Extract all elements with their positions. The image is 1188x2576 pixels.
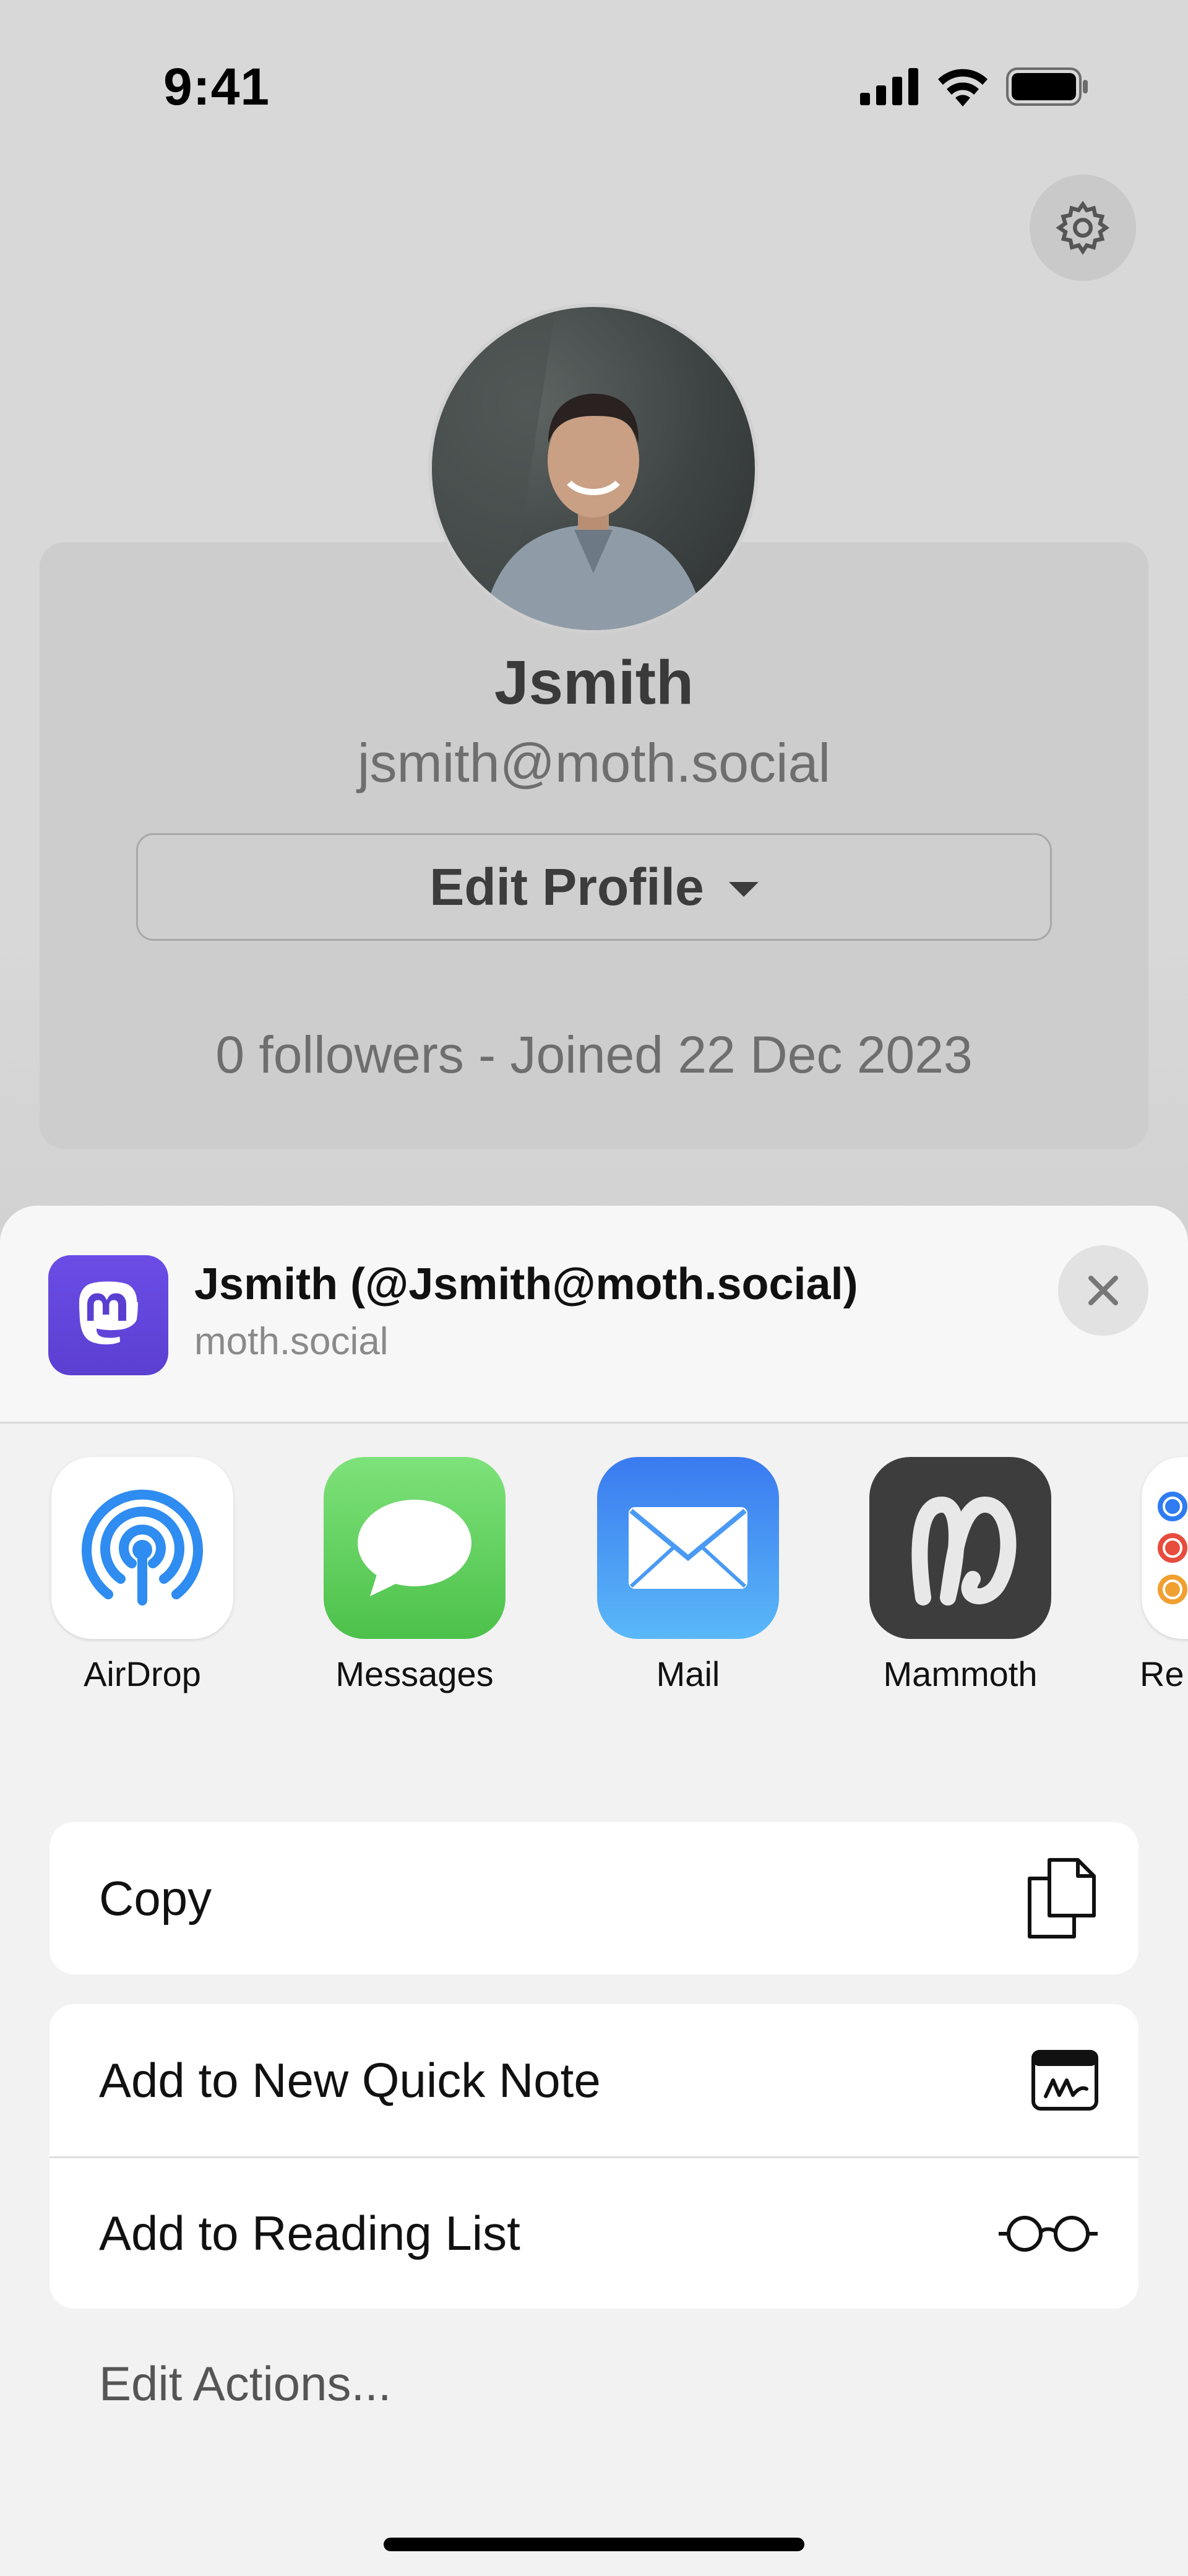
wifi-icon [938,69,988,106]
edit-profile-button[interactable]: Edit Profile [136,833,1052,941]
glasses-icon [999,2215,1098,2252]
action-group-copy: Copy [50,1822,1138,1974]
app-label: Re [1140,1654,1184,1693]
reminders-icon [1142,1457,1188,1639]
close-button[interactable] [1058,1245,1148,1336]
reading-list-action[interactable]: Add to Reading List [50,2156,1138,2309]
close-icon [1088,1276,1118,1305]
quick-note-label: Add to New Quick Note [99,2052,601,2107]
messages-icon [324,1457,506,1639]
copy-action[interactable]: Copy [50,1822,1138,1974]
app-label: Mammoth [883,1654,1038,1693]
share-sheet: Jsmith (@Jsmith@moth.social) moth.social… [0,1206,1188,2576]
mail-icon [597,1457,779,1639]
status-icons [860,67,1089,106]
profile-stats: 0 followers - Joined 22 Dec 2023 [215,1026,973,1084]
signal-icon [860,68,918,105]
share-title: Jsmith (@Jsmith@moth.social) [194,1260,858,1309]
profile-name: Jsmith [494,648,694,717]
mammoth-icon [869,1457,1051,1639]
quick-note-icon [1031,2050,1098,2111]
share-app-messages[interactable]: Messages [322,1457,507,1694]
edit-actions-link[interactable]: Edit Actions... [99,2356,392,2412]
gear-icon [1056,201,1110,255]
avatar [428,303,759,634]
action-group-notes: Add to New Quick Note Add to Reading Lis… [50,2004,1138,2309]
home-indicator[interactable] [384,2538,804,2551]
share-app-mammoth[interactable]: Mammoth [867,1457,1053,1694]
copy-icon [1028,1858,1096,1938]
settings-button[interactable] [1030,175,1136,281]
app-label: AirDrop [84,1654,201,1693]
share-app-reminders[interactable]: Re [1140,1457,1188,1694]
airdrop-icon [51,1457,233,1639]
profile-handle: jsmith@moth.social [357,732,831,793]
app-label: Mail [656,1654,720,1693]
quick-note-action[interactable]: Add to New Quick Note [50,2004,1138,2156]
status-time: 9:41 [163,58,270,116]
share-app-mail[interactable]: Mail [595,1457,781,1694]
chevron-down-icon [728,882,759,897]
share-apps-row[interactable]: AirDrop Messages Mail Mammoth Re [0,1424,1188,1745]
share-sheet-header: Jsmith (@Jsmith@moth.social) moth.social [0,1206,1188,1424]
battery-icon [1006,67,1088,106]
edit-profile-label: Edit Profile [429,857,704,916]
mastodon-icon [48,1255,168,1375]
share-subtitle: moth.social [194,1320,389,1363]
reading-list-label: Add to Reading List [99,2206,520,2260]
profile-screen: 9:41 Jsmith jsmith@moth.social Edit Prof… [0,0,1188,1238]
person-photo [432,307,705,630]
share-app-airdrop[interactable]: AirDrop [50,1457,235,1694]
status-bar: 9:41 [0,0,1188,124]
copy-label: Copy [99,1870,212,1926]
app-label: Messages [335,1654,494,1693]
